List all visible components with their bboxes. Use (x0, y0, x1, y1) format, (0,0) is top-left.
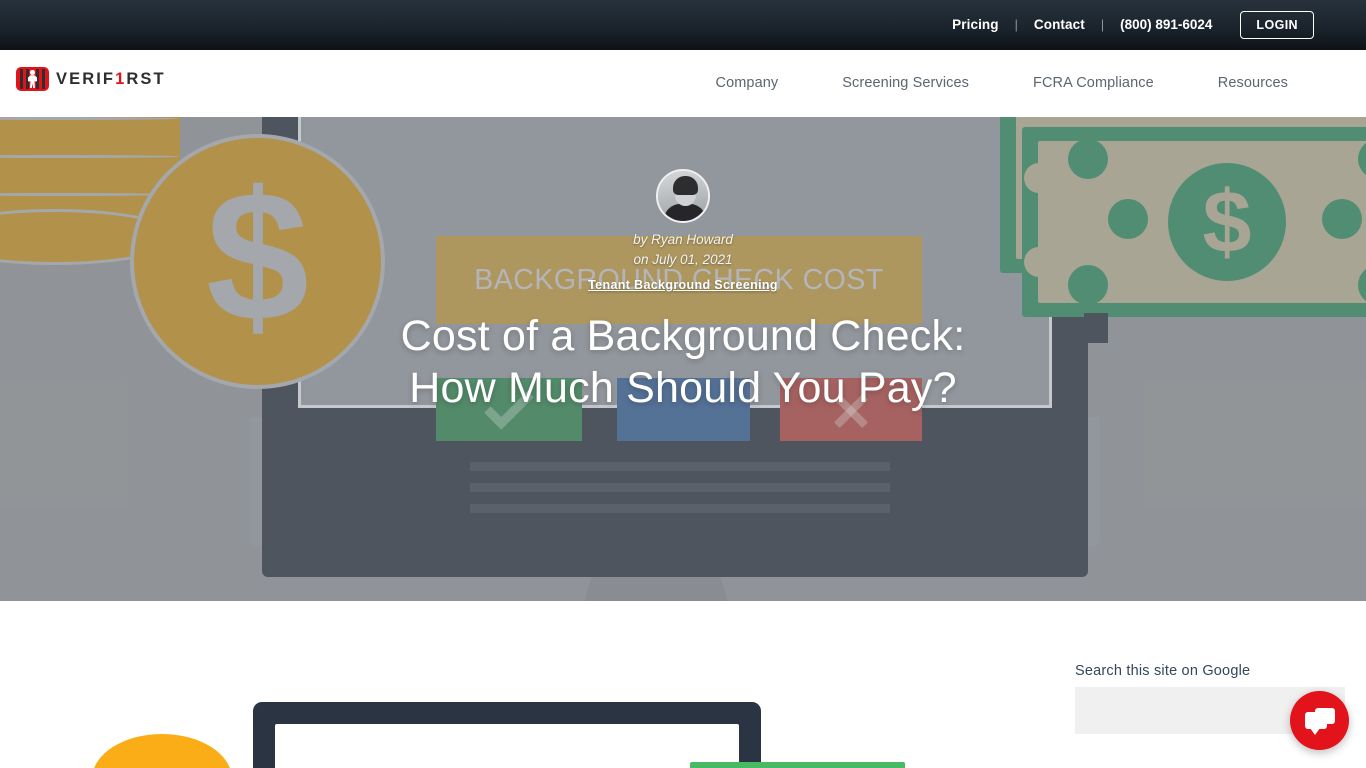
nav-item-screening-services[interactable]: Screening Services (810, 76, 1001, 91)
person-silhouette-icon (28, 69, 37, 89)
orange-circle-shape (92, 734, 232, 768)
nav-item-company[interactable]: Company (684, 76, 811, 91)
verifirst-logo-icon (16, 67, 49, 91)
chat-bubble-icon (1304, 708, 1335, 735)
page-title: Cost of a Background Check: How Much Sho… (401, 310, 966, 415)
login-button[interactable]: LOGIN (1240, 10, 1314, 40)
chat-widget-button[interactable] (1290, 691, 1349, 750)
hero-content: by Ryan Howard on July 01, 2021 Tenant B… (0, 117, 1366, 601)
top-link-phone[interactable]: (800) 891-6024 (1106, 18, 1226, 32)
site-logo[interactable]: VERIF1RST (16, 67, 166, 91)
green-bar-shape (690, 762, 905, 768)
top-separator-2: | (1100, 17, 1105, 32)
top-utility-bar: Pricing | Contact | (800) 891-6024 LOGIN (0, 0, 1366, 50)
hero-banner: BACKGROUND CHECK COST $ $ by Ryan Howard… (0, 117, 1366, 601)
logo-wordmark: VERIF1RST (56, 70, 166, 89)
top-link-pricing[interactable]: Pricing (938, 18, 1012, 32)
author-byline: by Ryan Howard (633, 232, 733, 247)
author-avatar (656, 169, 710, 223)
page-title-line-1: Cost of a Background Check: (400, 312, 966, 360)
logo-word-part-b: RST (126, 69, 166, 88)
page-title-line-2: How Much Should You Pay? (409, 364, 957, 413)
logo-word-part-a: VERIF (56, 69, 116, 88)
site-header: VERIF1RST Company Screening Services FCR… (0, 50, 1366, 117)
publish-date: on July 01, 2021 (633, 252, 733, 267)
top-separator-1: | (1014, 17, 1018, 32)
nav-item-fcra-compliance[interactable]: FCRA Compliance (1001, 76, 1186, 91)
nav-item-resources[interactable]: Resources (1186, 76, 1320, 91)
top-utility-links: Pricing | Contact | (800) 891-6024 LOGIN (938, 10, 1314, 40)
main-navigation: Company Screening Services FCRA Complian… (684, 50, 1320, 117)
article-monitor-shape (253, 702, 761, 768)
article-monitor-screen (275, 724, 739, 768)
search-label: Search this site on Google (1075, 663, 1251, 679)
logo-word-part-one: 1 (115, 69, 127, 88)
top-link-contact[interactable]: Contact (1020, 18, 1099, 32)
article-illustration (0, 601, 1000, 768)
article-topic-link[interactable]: Tenant Background Screening (588, 278, 778, 292)
